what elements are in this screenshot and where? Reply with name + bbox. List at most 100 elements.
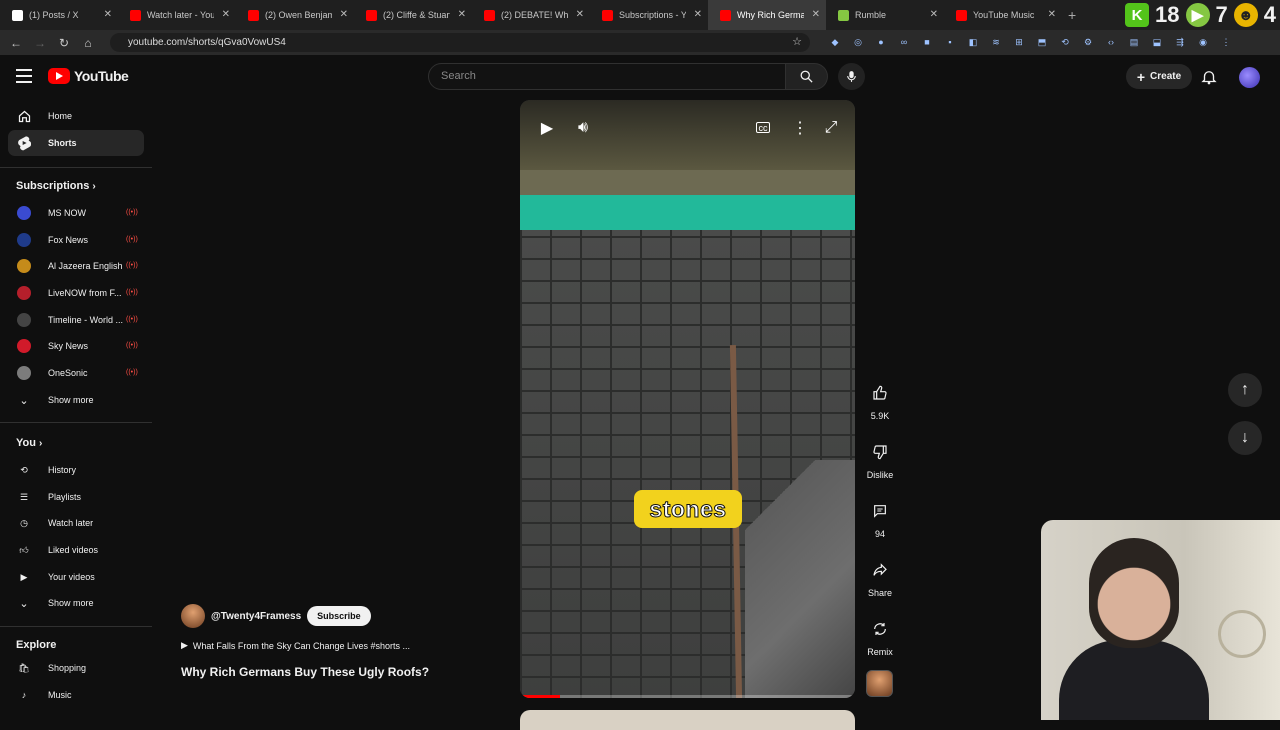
- bookmark-star-icon[interactable]: ☆: [792, 35, 802, 48]
- account-avatar[interactable]: [1239, 67, 1260, 88]
- sidebar-item-history[interactable]: ⟲ History: [8, 457, 144, 483]
- sidebar-item-shorts[interactable]: Shorts: [8, 130, 144, 156]
- rumble-extension-icon[interactable]: ▶: [1185, 3, 1210, 27]
- extension-icon[interactable]: ■: [920, 35, 934, 49]
- short-title[interactable]: Why Rich Germans Buy These Ugly Roofs?: [181, 665, 429, 679]
- voice-search-button[interactable]: [838, 63, 865, 90]
- url-field[interactable]: youtube.com/shorts/qGva0VowUS4 ☆: [110, 33, 810, 52]
- thumbs-down-icon: [865, 437, 895, 467]
- browser-tab[interactable]: (2) Cliffe & Stuart K ✕: [354, 0, 472, 30]
- sidebar-subscription-fox-news[interactable]: Fox News ((•)): [8, 227, 144, 253]
- previous-short-button[interactable]: ↑: [1228, 373, 1262, 407]
- close-tab-icon[interactable]: ✕: [694, 9, 702, 20]
- sidebar-subscription-ms-now[interactable]: MS NOW ((•)): [8, 200, 144, 226]
- browser-tab[interactable]: YouTube Music ✕: [944, 0, 1062, 30]
- forward-icon[interactable]: →: [28, 36, 52, 50]
- create-button[interactable]: + Create: [1126, 64, 1192, 89]
- next-short-preview[interactable]: [520, 710, 855, 730]
- browser-tab[interactable]: (1) Posts / X ✕: [0, 0, 118, 30]
- sidebar-item-watch-later[interactable]: ◷ Watch later: [8, 510, 144, 536]
- dislike-button[interactable]: Dislike: [862, 437, 898, 480]
- code-icon[interactable]: ‹›: [1104, 35, 1118, 49]
- close-tab-icon[interactable]: ✕: [104, 9, 112, 20]
- fullscreen-icon[interactable]: ⤢: [818, 118, 844, 138]
- home-browser-icon[interactable]: ⌂: [76, 36, 100, 50]
- sidebar-subscription-timeline[interactable]: Timeline - World ... ((•)): [8, 307, 144, 333]
- browser-tab[interactable]: Subscriptions - You ✕: [590, 0, 708, 30]
- sidebar-subscription-onesonic[interactable]: OneSonic ((•)): [8, 360, 144, 386]
- extension-icon[interactable]: ⊞: [1012, 35, 1026, 49]
- channel-name[interactable]: @Twenty4Framess: [211, 611, 301, 622]
- close-tab-icon[interactable]: ✕: [812, 9, 820, 20]
- extension-icon[interactable]: ◧: [966, 35, 980, 49]
- sidebar-subscription-livenow[interactable]: LiveNOW from F... ((•)): [8, 280, 144, 306]
- progress-bar[interactable]: [520, 695, 855, 698]
- close-tab-icon[interactable]: ✕: [340, 9, 348, 20]
- sidebar-item-liked-videos[interactable]: 👍︎ Liked videos: [8, 537, 144, 563]
- play-icon[interactable]: ▶: [534, 118, 560, 138]
- comments-button[interactable]: 94: [862, 496, 898, 539]
- close-tab-icon[interactable]: ✕: [930, 9, 938, 20]
- close-tab-icon[interactable]: ✕: [222, 9, 230, 20]
- show-more-subscriptions[interactable]: ⌄ Show more: [8, 387, 144, 413]
- sidebar-subscription-sky-news[interactable]: Sky News ((•)): [8, 333, 144, 359]
- remix-button[interactable]: Remix: [862, 614, 898, 657]
- browser-tab[interactable]: Rumble ✕: [826, 0, 944, 30]
- search-button[interactable]: [786, 63, 828, 90]
- close-tab-icon[interactable]: ✕: [458, 9, 466, 20]
- reload-icon[interactable]: ↻: [52, 36, 76, 50]
- sidebar-item-home[interactable]: Home: [8, 103, 144, 129]
- extension-icon[interactable]: ◆: [828, 35, 842, 49]
- extension-icon[interactable]: ▪: [943, 35, 957, 49]
- extension-icon[interactable]: ⚙: [1081, 35, 1095, 49]
- you-heading[interactable]: You ›: [16, 437, 42, 449]
- channel-avatar[interactable]: [181, 604, 205, 628]
- more-options-icon[interactable]: ⋮: [787, 118, 813, 138]
- extension-icon[interactable]: ⇶: [1173, 35, 1187, 49]
- channel-avatar: [17, 339, 31, 353]
- captions-icon[interactable]: cc: [756, 122, 770, 133]
- browser-tab[interactable]: (2) Owen Benjamin ✕: [236, 0, 354, 30]
- notifications-bell-icon[interactable]: [1200, 68, 1218, 86]
- close-tab-icon[interactable]: ✕: [576, 9, 584, 20]
- person-head: [1089, 538, 1179, 648]
- youtube-logo[interactable]: YouTube: [48, 68, 129, 84]
- sound-thumbnail[interactable]: [866, 670, 893, 697]
- extension-count-1: 18: [1155, 2, 1180, 27]
- extension-icon[interactable]: ⬒: [1035, 35, 1049, 49]
- extension-icon[interactable]: ▤: [1127, 35, 1141, 49]
- sidebar-subscription-al-jazeera[interactable]: Al Jazeera English ((•)): [8, 253, 144, 279]
- browser-tab[interactable]: (2) DEBATE! Who A ✕: [472, 0, 590, 30]
- sidebar-item-shopping[interactable]: 🛍︎ Shopping: [8, 655, 144, 681]
- like-button[interactable]: 5.9K: [862, 378, 898, 421]
- short-video-player[interactable]: ▶ 🔊︎ cc ⋮ ⤢ stones: [520, 100, 855, 698]
- show-more-you[interactable]: ⌄ Show more: [8, 590, 144, 616]
- back-icon[interactable]: ←: [4, 36, 28, 50]
- new-tab-button[interactable]: +: [1068, 7, 1076, 23]
- extension-icon[interactable]: ≋: [989, 35, 1003, 49]
- extension-icon[interactable]: ⬓: [1150, 35, 1164, 49]
- subscribe-button[interactable]: Subscribe: [307, 606, 371, 626]
- sidebar-item-playlists[interactable]: ☰ Playlists: [8, 484, 144, 510]
- search-input[interactable]: Search: [428, 63, 786, 90]
- subscriptions-heading[interactable]: Subscriptions ›: [16, 180, 96, 192]
- close-tab-icon[interactable]: ✕: [1048, 9, 1056, 20]
- next-short-button[interactable]: ↓: [1228, 421, 1262, 455]
- sidebar-item-music[interactable]: ♪ Music: [8, 682, 144, 708]
- profile-icon[interactable]: ◉: [1196, 35, 1210, 49]
- sidebar-item-your-videos[interactable]: ▶ Your videos: [8, 564, 144, 590]
- linked-video-row[interactable]: ▶ What Falls From the Sky Can Change Liv…: [181, 640, 410, 651]
- extension-icon[interactable]: ◎: [851, 35, 865, 49]
- browser-tab[interactable]: Watch later - YouTube ✕: [118, 0, 236, 30]
- browser-tab[interactable]: Why Rich Germans ✕: [708, 0, 826, 30]
- extension-icon[interactable]: ∞: [897, 35, 911, 49]
- extension-icon[interactable]: ●: [874, 35, 888, 49]
- tab-label: Why Rich Germans: [737, 10, 804, 20]
- browser-menu-icon[interactable]: ⋮: [1219, 35, 1233, 49]
- hamburger-menu-icon[interactable]: [16, 69, 32, 83]
- volume-icon[interactable]: 🔊︎: [570, 118, 596, 138]
- face-extension-icon[interactable]: ☻: [1233, 3, 1258, 27]
- history-browser-icon[interactable]: ⟲: [1058, 35, 1072, 49]
- kick-extension-icon[interactable]: K: [1125, 3, 1150, 27]
- share-button[interactable]: Share: [862, 555, 898, 598]
